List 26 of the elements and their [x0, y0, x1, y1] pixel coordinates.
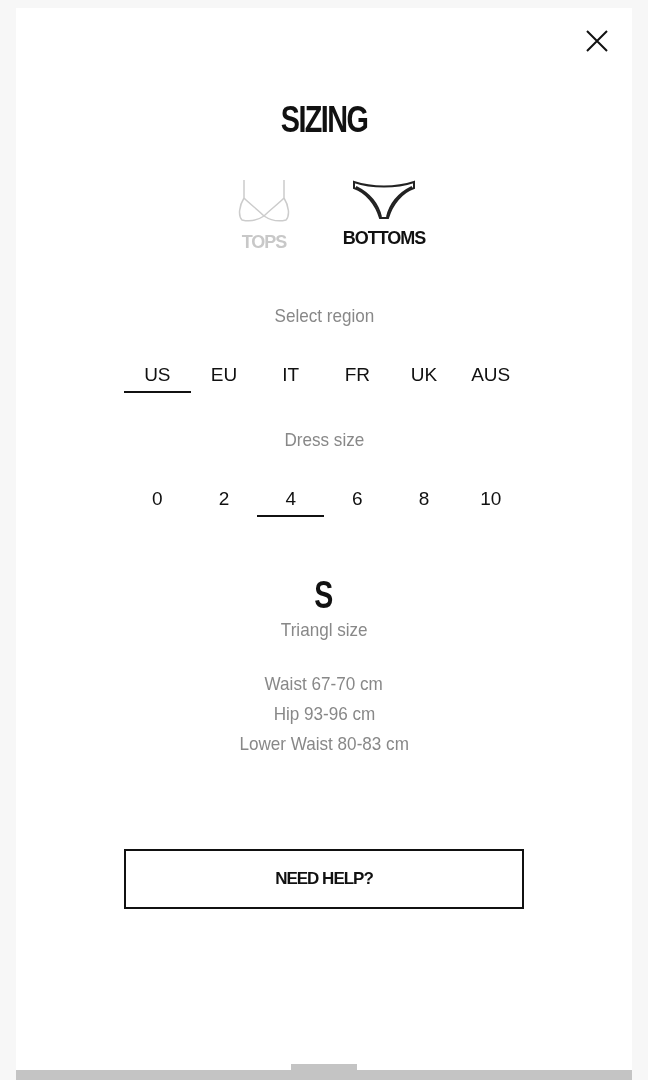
size-option[interactable]: 10	[457, 483, 525, 517]
region-option[interactable]: EU	[190, 359, 258, 393]
measurement-text: Lower Waist 80-83 cm	[239, 733, 409, 755]
region-option[interactable]: FR	[324, 359, 391, 393]
dress-size-label: Dress size	[284, 429, 364, 451]
handle-tab[interactable]	[291, 1064, 357, 1070]
bikini-top-icon	[236, 178, 292, 224]
region-option[interactable]: IT	[257, 359, 324, 393]
modal-title: SIZING	[280, 100, 368, 140]
category-tab[interactable]: BOTTOMS	[339, 178, 429, 253]
measurement-text: Hip 93-96 cm	[273, 703, 375, 725]
size-option[interactable]: 2	[190, 483, 258, 517]
size-option[interactable]: 0	[124, 483, 191, 517]
measurement-text: Waist 67-70 cm	[264, 673, 384, 695]
size-caption: Triangl size	[280, 619, 368, 641]
region-option[interactable]: UK	[390, 359, 458, 393]
size-option[interactable]: 8	[390, 483, 458, 517]
size-result: S	[314, 573, 334, 617]
size-option[interactable]: 4	[257, 483, 324, 517]
size-option[interactable]: 6	[324, 483, 391, 517]
region-label: Select region	[274, 305, 374, 327]
region-option[interactable]: AUS	[457, 359, 525, 393]
region-option[interactable]: US	[124, 359, 191, 393]
help-button[interactable]: NEED HELP?	[124, 849, 524, 909]
close-icon[interactable]	[584, 28, 610, 54]
bikini-bottom-icon	[352, 178, 416, 220]
